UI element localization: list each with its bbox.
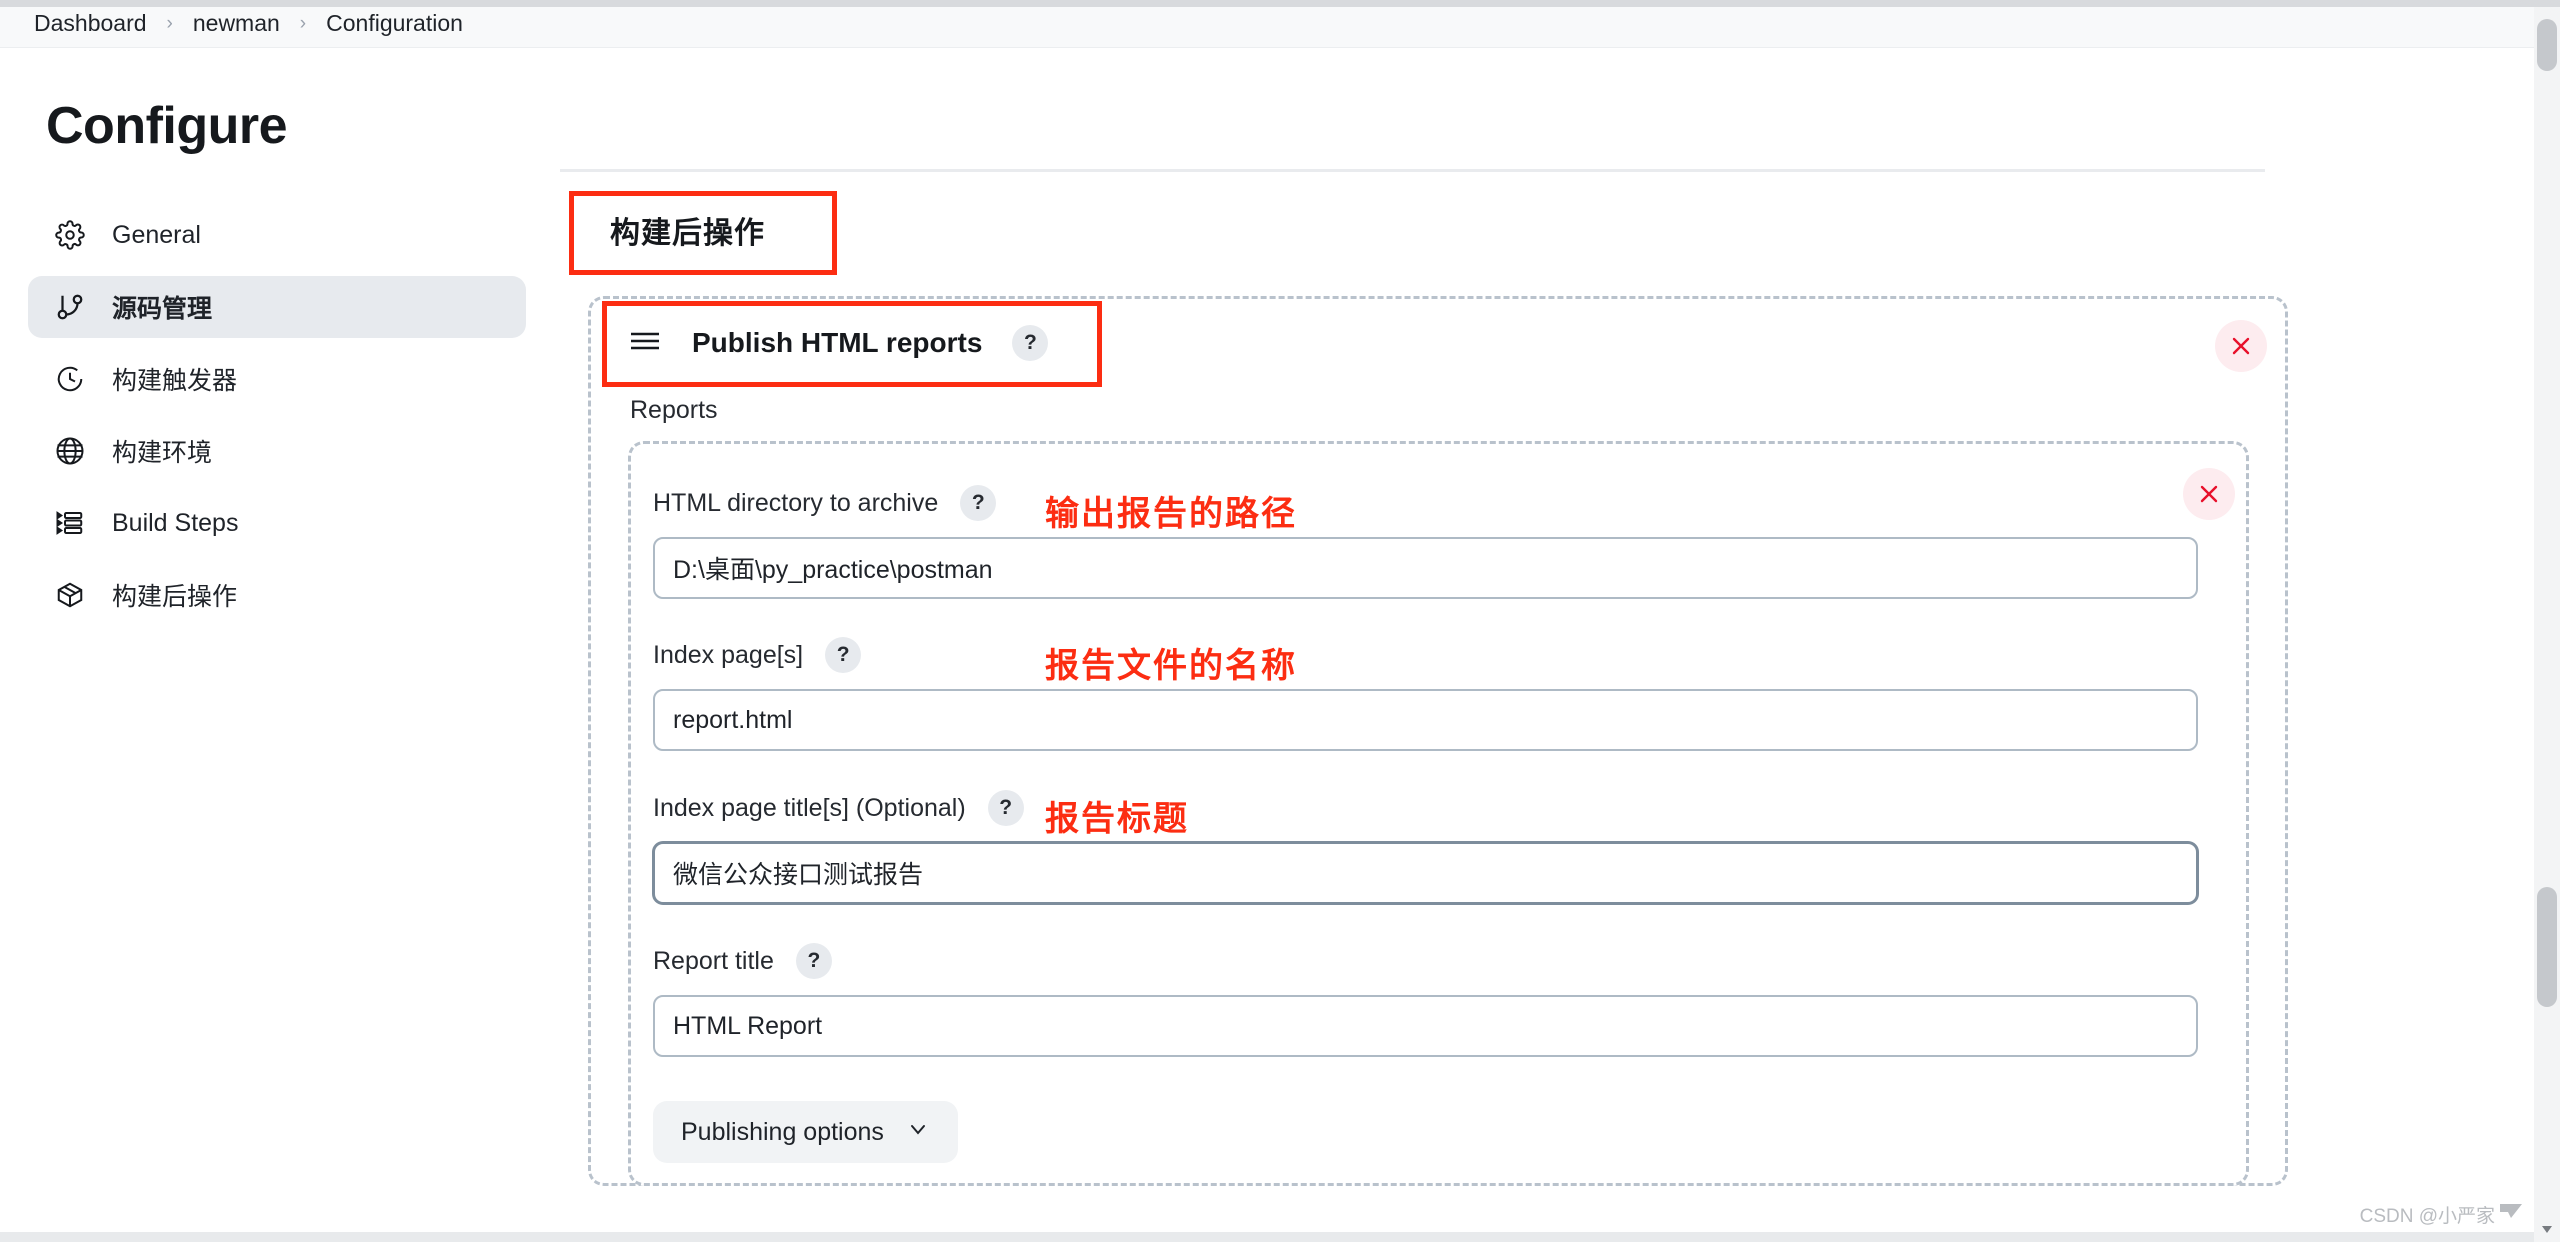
publishing-options-button[interactable]: Publishing options: [653, 1101, 958, 1163]
field-index-page-titles: Index page title[s] (Optional) ?: [653, 790, 2198, 904]
git-branch-icon: [54, 291, 86, 323]
field-label: Report title: [653, 946, 774, 975]
help-icon[interactable]: ?: [960, 485, 997, 521]
help-icon[interactable]: ?: [825, 637, 862, 673]
watermark: CSDN @小严家: [2360, 1201, 2522, 1228]
breadcrumb-item-newman[interactable]: newman: [189, 10, 284, 37]
field-label: Index page[s]: [653, 640, 804, 669]
index-page-titles-input[interactable]: [653, 842, 2198, 904]
breadcrumb-item-configuration[interactable]: Configuration: [322, 10, 467, 37]
sidebar-item-build-environment[interactable]: 构建环境: [28, 420, 526, 482]
sidebar-item-label: 构建环境: [112, 439, 213, 467]
sidebar-item-label: 构建触发器: [112, 367, 238, 395]
index-pages-input[interactable]: [653, 689, 2198, 751]
annotation-note-report-title: 报告标题: [1045, 800, 1189, 838]
annotation-note-filename: 报告文件的名称: [1045, 647, 1297, 685]
breadcrumb-separator: ›: [166, 12, 173, 34]
field-label-row: Index page[s] ?: [653, 637, 2198, 673]
field-label-row: Index page title[s] (Optional) ?: [653, 790, 2198, 826]
field-report-title: Report title ?: [653, 943, 2198, 1057]
field-html-directory: HTML directory to archive ?: [653, 485, 2198, 599]
html-directory-input[interactable]: [653, 537, 2198, 599]
sidebar-item-label: General: [112, 220, 201, 249]
scroll-down-button[interactable]: [2534, 1216, 2560, 1242]
publisher-header[interactable]: Publish HTML reports ?: [628, 325, 1049, 361]
globe-icon: [54, 435, 86, 467]
publisher-title: Publish HTML reports: [692, 327, 983, 358]
report-title-input[interactable]: [653, 995, 2198, 1057]
field-index-pages: Index page[s] ?: [653, 637, 2198, 751]
field-label: Index page title[s] (Optional): [653, 793, 966, 822]
gear-icon: [54, 219, 86, 251]
reports-label: Reports: [630, 396, 718, 424]
section-title: 构建后操作: [610, 217, 765, 250]
help-icon[interactable]: ?: [1012, 325, 1049, 361]
sidebar: Configure General 源码管理 构建触发器 构建环境 Build …: [0, 48, 560, 1242]
sidebar-item-build-steps[interactable]: Build Steps: [28, 492, 526, 554]
sidebar-item-source-code-management[interactable]: 源码管理: [28, 276, 526, 338]
help-icon[interactable]: ?: [795, 943, 832, 979]
breadcrumb-item-dashboard[interactable]: Dashboard: [30, 10, 151, 37]
chevron-down-icon: [906, 1117, 930, 1148]
scrollbar-thumb-bottom[interactable]: [2537, 887, 2557, 1007]
publishing-options-label: Publishing options: [681, 1117, 884, 1146]
sidebar-item-post-build-actions[interactable]: 构建后操作: [28, 564, 526, 626]
bottom-strip: [0, 1232, 2560, 1242]
drag-handle-icon[interactable]: [628, 328, 662, 359]
annotation-note-path: 输出报告的路径: [1045, 495, 1297, 533]
sidebar-item-label: 构建后操作: [112, 583, 238, 611]
vertical-scrollbar[interactable]: [2534, 7, 2560, 1242]
sidebar-item-general[interactable]: General: [28, 204, 526, 266]
scrollbar-thumb-top[interactable]: [2537, 19, 2557, 71]
sidebar-item-label: Build Steps: [112, 508, 239, 537]
help-icon[interactable]: ?: [987, 790, 1024, 826]
sidebar-item-build-triggers[interactable]: 构建触发器: [28, 348, 526, 410]
package-icon: [54, 579, 86, 611]
breadcrumb: Dashboard › newman › Configuration: [0, 0, 2560, 48]
watermark-text: CSDN @小严家: [2359, 1206, 2495, 1227]
breadcrumb-separator: ›: [299, 12, 307, 34]
field-label: HTML directory to archive: [653, 488, 939, 517]
section-divider: [560, 169, 2265, 172]
field-label-row: Report title ?: [653, 943, 2198, 979]
sidebar-item-label: 源码管理: [112, 295, 213, 323]
main-content: 构建后操作 Publish HTML reports ? Reports HTM…: [560, 48, 2550, 1242]
page-title: Configure: [46, 97, 288, 155]
window-top-chrome: [0, 0, 2560, 7]
clock-icon: [54, 363, 86, 395]
remove-publisher-button[interactable]: [2215, 320, 2267, 372]
csdn-logo-icon: [2500, 1203, 2522, 1226]
field-label-row: HTML directory to archive ?: [653, 485, 2198, 521]
list-steps-icon: [54, 507, 86, 539]
